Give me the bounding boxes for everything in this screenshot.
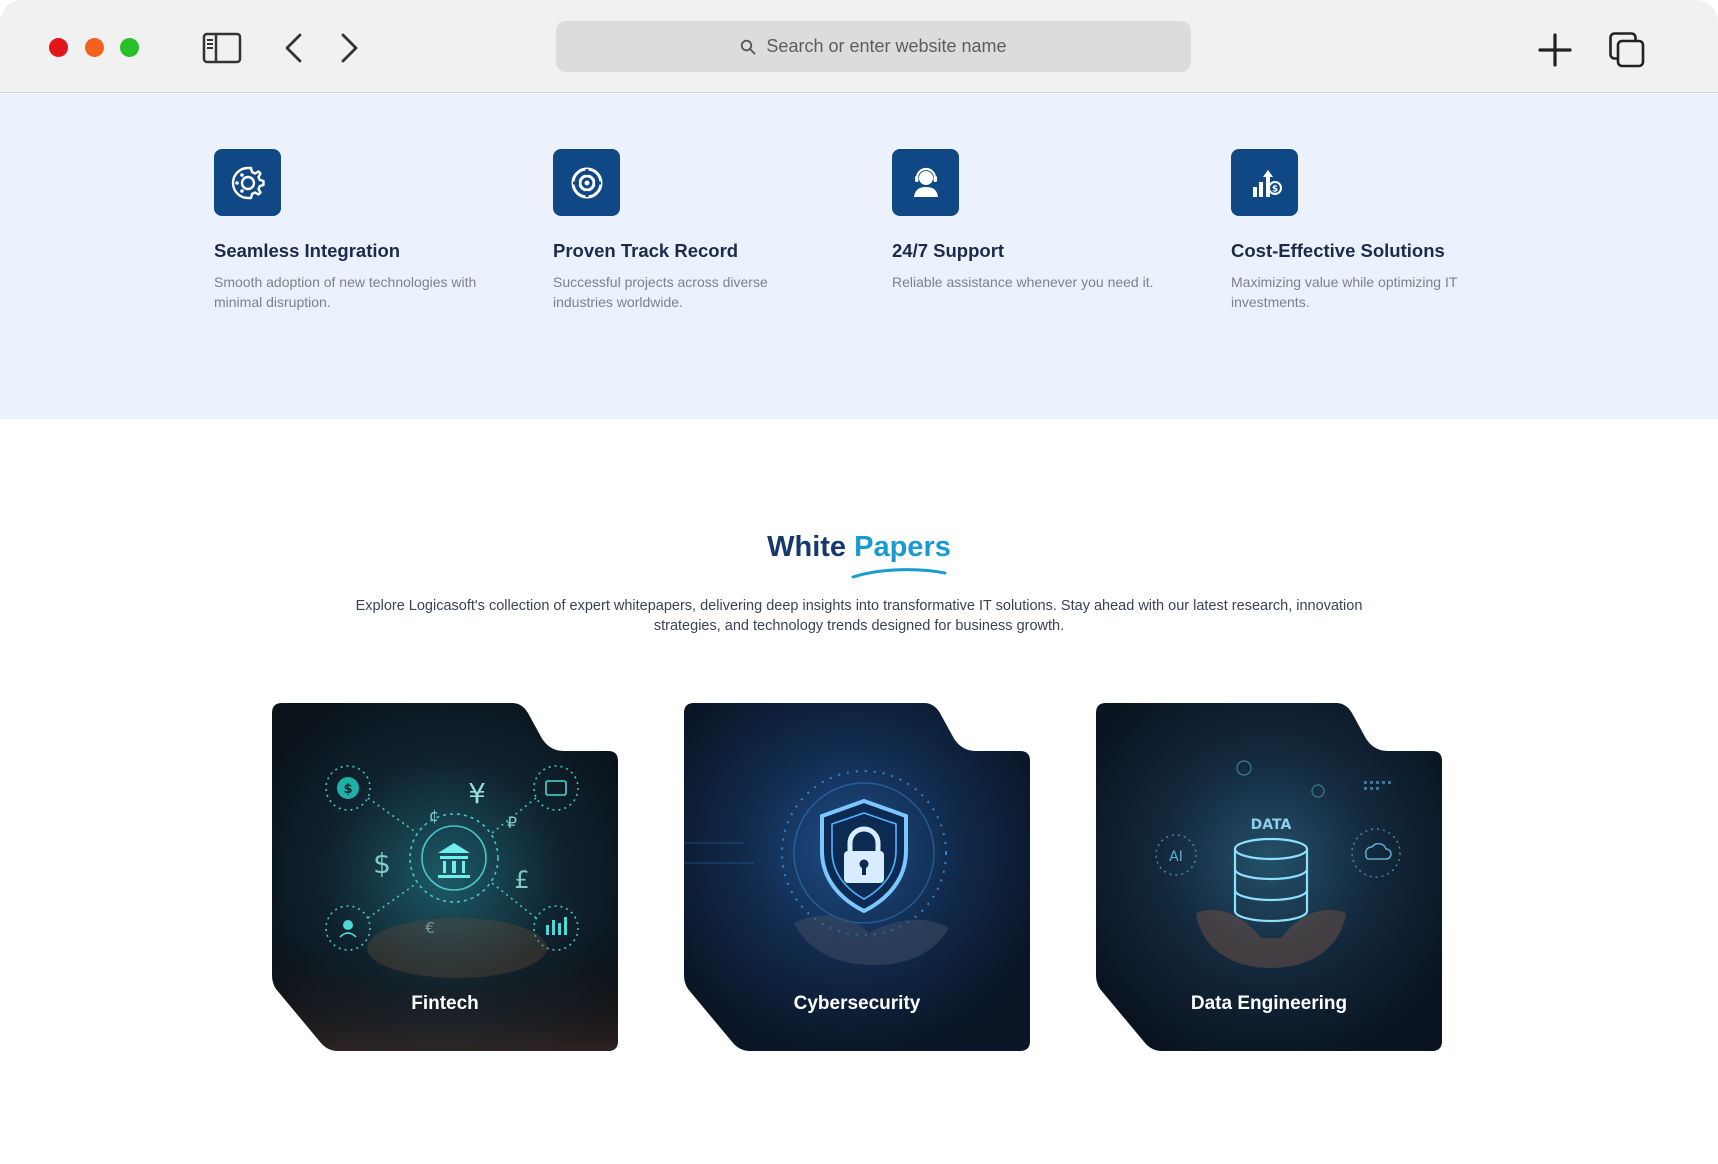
heading-part-white: White: [767, 531, 847, 563]
svg-text:$: $: [373, 847, 391, 880]
feature-description: Successful projects across diverse indus…: [553, 274, 768, 310]
feature-description: Maximizing value while optimizing IT inv…: [1231, 274, 1458, 310]
svg-text:¥: ¥: [468, 777, 486, 810]
cost-growth-icon: $: [1231, 149, 1298, 216]
feature-description: Smooth adoption of new technologies with…: [214, 274, 477, 310]
features-section: Seamless Integration Smooth adoption of …: [0, 94, 1718, 419]
heading-underline-swoosh: [851, 568, 947, 579]
address-bar[interactable]: Search or enter website name: [556, 21, 1191, 72]
new-tab-icon[interactable]: [1535, 30, 1575, 70]
card-label: Cybersecurity: [793, 993, 921, 1014]
white-paper-card-data-engineering[interactable]: DATA AI Data Engineering: [1096, 703, 1442, 1051]
feature-cost-effective: $ Cost-Effective Solutions Maximizing va…: [1231, 149, 1501, 312]
forward-icon[interactable]: [329, 28, 369, 68]
address-placeholder: Search or enter website name: [766, 36, 1007, 56]
close-window-button[interactable]: [49, 38, 68, 57]
feature-title: Seamless Integration: [214, 240, 401, 261]
target-icon: [553, 149, 620, 216]
card-label: Data Engineering: [1190, 993, 1348, 1014]
feature-seamless-integration: Seamless Integration Smooth adoption of …: [214, 149, 484, 312]
feature-description: Reliable assistance whenever you need it…: [892, 274, 1154, 290]
feature-title: Proven Track Record: [553, 240, 739, 261]
feature-title: Cost-Effective Solutions: [1231, 240, 1445, 261]
white-paper-card-fintech[interactable]: $ ¥ $ £ ¢ ₽ € Fintech: [272, 703, 618, 1051]
maximize-window-button[interactable]: [120, 38, 139, 57]
svg-text:$: $: [1271, 184, 1277, 194]
support-agent-icon: [892, 149, 959, 216]
tabs-overview-icon[interactable]: [1607, 30, 1647, 70]
card-label: Fintech: [411, 993, 479, 1014]
heading-part-papers: Papers: [854, 531, 951, 563]
search-icon: [741, 39, 756, 54]
white-papers-heading: White Papers: [0, 531, 1718, 564]
feature-support: 24/7 Support Reliable assistance wheneve…: [892, 149, 1162, 293]
browser-toolbar: Search or enter website name: [0, 0, 1718, 93]
browser-window: Search or enter website name Seamless In…: [0, 0, 1718, 1164]
white-paper-card-cybersecurity[interactable]: Cybersecurity: [684, 703, 1030, 1051]
sidebar-icon[interactable]: [202, 28, 242, 68]
svg-text:£: £: [514, 866, 529, 894]
svg-text:AI: AI: [1169, 849, 1183, 865]
svg-text:$: $: [343, 782, 352, 797]
svg-text:₽: ₽: [507, 813, 517, 832]
integration-gear-icon: [214, 149, 281, 216]
white-papers-description: Explore Logicasoft's collection of exper…: [355, 598, 1363, 634]
svg-text:¢: ¢: [429, 806, 439, 825]
feature-proven-track-record: Proven Track Record Successful projects …: [553, 149, 823, 312]
feature-title: 24/7 Support: [892, 240, 1005, 261]
svg-text:DATA: DATA: [1251, 817, 1292, 833]
back-icon[interactable]: [274, 28, 314, 68]
minimize-window-button[interactable]: [85, 38, 104, 57]
